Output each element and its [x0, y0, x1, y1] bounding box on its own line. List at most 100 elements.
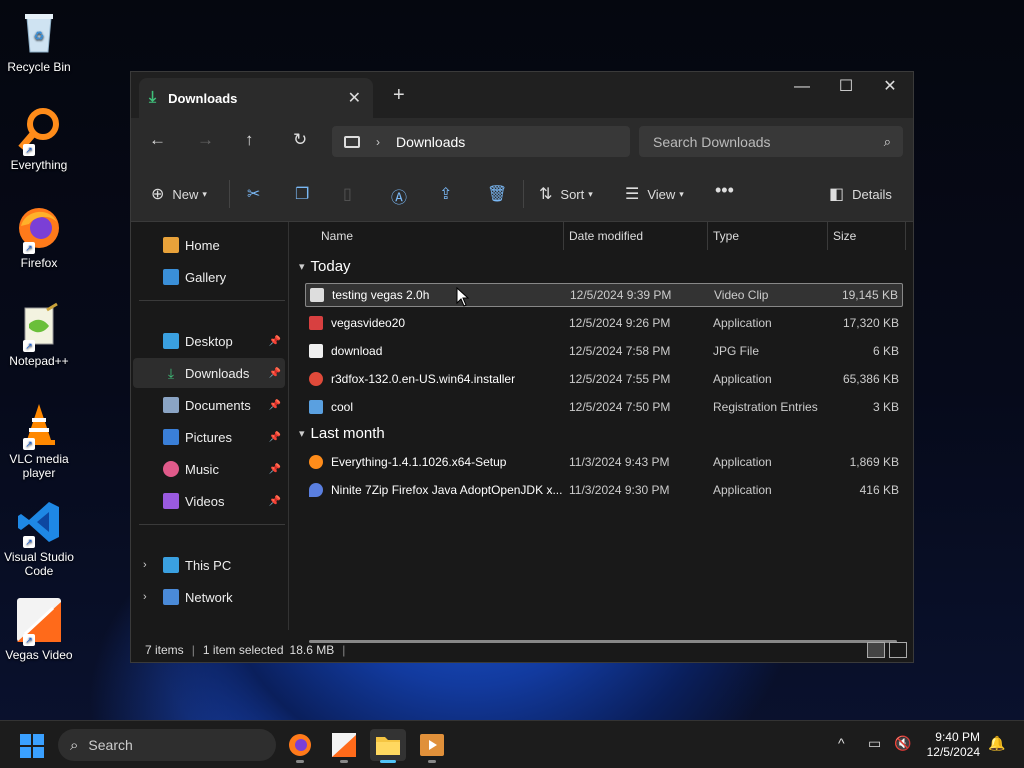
- new-tab-button[interactable]: +: [393, 84, 405, 107]
- search-input[interactable]: Search Downloads ⌕: [639, 126, 903, 157]
- clock-date: 12/5/2024: [926, 745, 980, 759]
- video-file-icon: [310, 288, 324, 302]
- desktop-icon-notepadpp[interactable]: ↗ Notepad++: [4, 302, 74, 368]
- cut-button[interactable]: ✂: [247, 184, 260, 204]
- refresh-icon[interactable]: ↻: [293, 130, 307, 150]
- desktop-icon-vscode[interactable]: ↗ Visual Studio Code: [4, 498, 74, 578]
- sidebar-item-documents[interactable]: Documents 📌: [133, 390, 285, 420]
- sidebar-item-network[interactable]: › Network: [133, 582, 285, 612]
- network-monitor-icon[interactable]: ▭: [868, 735, 881, 752]
- view-button[interactable]: ☰ View ▾: [625, 184, 684, 204]
- chevron-down-icon: ▾: [202, 188, 207, 199]
- taskbar-vegas-icon[interactable]: [326, 729, 362, 763]
- pin-icon[interactable]: 📌: [269, 400, 281, 411]
- recycle-bin-icon: ♻: [15, 8, 63, 56]
- home-icon: [163, 237, 179, 253]
- sidebar-item-videos[interactable]: Videos 📌: [133, 486, 285, 516]
- sidebar-item-this-pc[interactable]: › This PC: [133, 550, 285, 580]
- tiles-view-icon[interactable]: [889, 642, 907, 658]
- chevron-down-icon: ▾: [299, 428, 305, 440]
- new-button[interactable]: ⊕ New ▾: [151, 184, 207, 204]
- sidebar-item-desktop[interactable]: Desktop 📌: [133, 326, 285, 356]
- column-header-date[interactable]: Date modified: [569, 222, 643, 250]
- sidebar-item-pictures[interactable]: Pictures 📌: [133, 422, 285, 452]
- file-row[interactable]: Everything-1.4.1.1026.x64-Setup 11/3/202…: [305, 450, 903, 474]
- file-list: Name Date modified Type Size ▾ Today tes…: [291, 222, 913, 643]
- clock[interactable]: 9:40 PM 12/5/2024: [922, 730, 980, 760]
- desktop-icon-label: Visual Studio Code: [4, 550, 74, 578]
- maximize-button[interactable]: ☐: [823, 72, 869, 102]
- address-bar[interactable]: › Downloads: [332, 126, 630, 157]
- sidebar-item-downloads[interactable]: ⤓ Downloads 📌: [133, 358, 285, 388]
- more-options-icon[interactable]: •••: [715, 180, 734, 201]
- taskbar-search[interactable]: ⌕ Search: [58, 729, 276, 761]
- file-row[interactable]: cool 12/5/2024 7:50 PM Registration Entr…: [305, 395, 903, 419]
- taskbar-file-explorer-icon[interactable]: [370, 729, 406, 763]
- taskbar: ⌕ Search ^ ▭ 🔇 9:40 PM 12/5/2024 🔔: [0, 720, 1024, 768]
- desktop-icon-everything[interactable]: ↗ Everything: [4, 106, 74, 172]
- rename-button[interactable]: Ⓐ: [391, 184, 407, 208]
- sort-button[interactable]: ⇅ Sort ▾: [539, 184, 593, 204]
- up-arrow-icon[interactable]: ↑: [245, 130, 254, 150]
- chevron-right-icon[interactable]: ›: [143, 591, 147, 603]
- details-view-icon[interactable]: [867, 642, 885, 658]
- share-button[interactable]: ⇪: [439, 184, 452, 204]
- group-header-last-month[interactable]: ▾ Last month: [299, 425, 385, 442]
- vscode-icon: ↗: [15, 498, 63, 548]
- minimize-button[interactable]: —: [779, 72, 825, 102]
- file-row[interactable]: r3dfox-132.0.en-US.win64.installer 12/5/…: [305, 367, 903, 391]
- close-window-button[interactable]: ✕: [867, 72, 913, 102]
- tab-title: Downloads: [168, 90, 238, 106]
- rename-icon: Ⓐ: [391, 190, 408, 207]
- forward-arrow-icon[interactable]: →: [197, 130, 214, 150]
- file-date: 12/5/2024 7:55 PM: [569, 372, 671, 386]
- file-type: Registration Entries: [713, 400, 818, 414]
- pin-icon[interactable]: 📌: [269, 336, 281, 347]
- windows-start-icon[interactable]: [20, 734, 44, 758]
- desktop-icon-firefox[interactable]: ↗ Firefox: [4, 204, 74, 270]
- chevron-right-icon[interactable]: ›: [143, 559, 147, 571]
- column-header-type[interactable]: Type: [713, 222, 739, 250]
- taskbar-vegas-video-icon[interactable]: [414, 729, 450, 763]
- desktop-icon-vegas[interactable]: ↗ Vegas Video: [4, 596, 74, 662]
- pin-icon[interactable]: 📌: [269, 496, 281, 507]
- copy-icon: ❐: [295, 186, 310, 203]
- sidebar-item-gallery[interactable]: Gallery: [133, 262, 285, 292]
- file-row[interactable]: Ninite 7Zip Firefox Java AdoptOpenJDK x.…: [305, 478, 903, 502]
- column-header-size[interactable]: Size: [833, 222, 856, 250]
- back-arrow-icon[interactable]: ←: [149, 130, 166, 150]
- sidebar-label: Home: [185, 237, 220, 253]
- desktop-icon-recycle-bin[interactable]: ♻ Recycle Bin: [4, 8, 74, 74]
- paste-button[interactable]: ▯: [343, 184, 352, 204]
- column-divider[interactable]: [905, 222, 906, 250]
- chevron-up-icon[interactable]: ^: [838, 735, 845, 751]
- delete-button[interactable]: 🗑: [487, 184, 507, 204]
- column-divider[interactable]: [563, 222, 564, 250]
- speaker-muted-icon[interactable]: 🔇: [894, 735, 911, 752]
- pin-icon[interactable]: 📌: [269, 368, 281, 379]
- taskbar-firefox-icon[interactable]: [282, 729, 318, 763]
- desktop-icon-vlc[interactable]: ↗ VLC media player: [4, 400, 74, 480]
- notification-bell-icon[interactable]: 🔔: [988, 735, 1005, 752]
- pin-icon[interactable]: 📌: [269, 464, 281, 475]
- address-segment[interactable]: Downloads: [396, 134, 465, 150]
- file-row[interactable]: download 12/5/2024 7:58 PM JPG File 6 KB: [305, 339, 903, 363]
- details-button[interactable]: ◧ Details: [829, 184, 892, 204]
- file-row[interactable]: vegasvideo20 12/5/2024 9:26 PM Applicati…: [305, 311, 903, 335]
- videos-icon: [163, 493, 179, 509]
- tab-downloads[interactable]: ⤓ Downloads ✕: [139, 78, 373, 118]
- scissors-icon: ✂: [247, 186, 261, 203]
- shortcut-arrow-icon: ↗: [23, 144, 35, 156]
- file-row[interactable]: testing vegas 2.0h 12/5/2024 9:39 PM Vid…: [305, 283, 903, 307]
- close-tab-icon[interactable]: ✕: [348, 88, 361, 108]
- column-header-name[interactable]: Name: [321, 222, 353, 250]
- sidebar-item-home[interactable]: Home: [133, 230, 285, 260]
- sidebar-item-music[interactable]: Music 📌: [133, 454, 285, 484]
- column-divider[interactable]: [827, 222, 828, 250]
- group-header-today[interactable]: ▾ Today: [299, 258, 351, 275]
- status-selected-size: 18.6 MB: [289, 643, 335, 657]
- column-divider[interactable]: [707, 222, 708, 250]
- copy-button[interactable]: ❐: [295, 184, 309, 204]
- pin-icon[interactable]: 📌: [269, 432, 281, 443]
- group-label: Today: [310, 258, 351, 275]
